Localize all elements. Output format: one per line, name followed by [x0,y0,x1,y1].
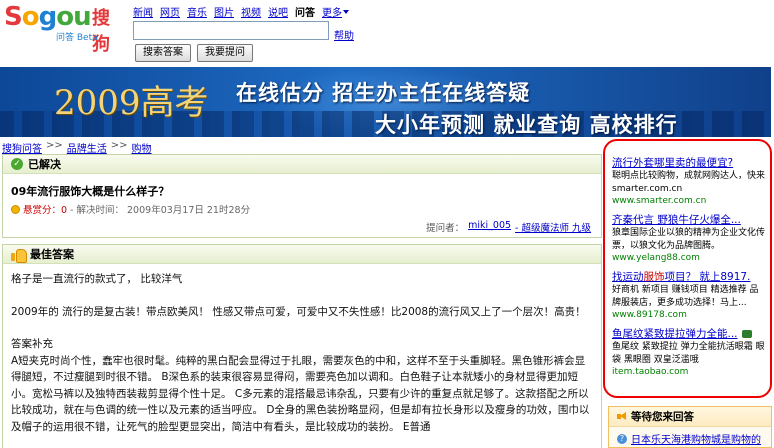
banner-line2: 大小年预测 就业查询 高校排行 [375,113,678,137]
breadcrumb: 搜狗问答 >> 品牌生活 >> 购物 [2,140,152,155]
question-panel: ✓ 已解决 09年流行服饰大概是什么样子？ 悬赏分：0 - 解决时间： 2009… [2,154,602,238]
ad-title-link[interactable]: 鱼尾纹紧致提拉弹力全能... [612,327,765,341]
top-nav: 新闻 网页 音乐 图片 视频 说吧 问答 更多 [133,4,349,19]
ad-item[interactable]: 鱼尾纹紧致提拉弹力全能... 鱼尾纹 紧致提拉 弹力全能抗活眼霜 眼袋 黑眼圈 … [612,327,765,378]
answer-supplement-heading: 答案补充 [11,338,53,350]
waiting-question-link[interactable]: 日本乐天海港购物城是购物的 [631,431,761,446]
thumbs-up-icon [11,248,27,263]
best-answer-header: 最佳答案 [3,245,601,264]
waiting-header: 等待您来回答 [609,407,771,427]
status-label: 已解决 [28,158,61,171]
speaker-icon [617,412,627,421]
resolve-time: - 解决时间： 2009年03月17日 21时28分 [70,205,251,216]
logo-wordmark: Sogou [4,2,92,32]
nav-qa-current: 问答 [295,8,315,19]
nav-shuoba[interactable]: 说吧 [268,4,288,19]
ad-description: 好商机 新项目 赚钱项目 精选推荐 品牌服装店，更多成功选择！马上... [612,285,759,308]
sponsored-links-box: 流行外套哪里卖的最便宜? 聪明点比较购物，成就网购达人，快来smarter.co… [603,139,772,398]
ad-url[interactable]: www.smarter.com.cn [612,195,765,207]
sogou-logo[interactable]: Sogou 搜狗 问答 Beta [4,2,126,55]
ad-title-link[interactable]: 齐秦代言 野狼牛仔火爆全... [612,213,765,227]
breadcrumb-brand-life[interactable]: 品牌生活 [67,140,107,155]
search-input[interactable] [133,21,329,40]
reward-points: 悬赏分：0 [23,205,68,216]
asker-info: 提问者： miki_005 - 超级魔法师 九级 [426,220,591,234]
ad-title-link[interactable]: 流行外套哪里卖的最便宜? [612,156,765,170]
dropdown-arrow-icon [343,9,349,14]
question-icon: ? [617,433,627,444]
breadcrumb-sep: >> [46,140,63,151]
ad-title-keyword: 服饰 [643,271,665,283]
breadcrumb-home[interactable]: 搜狗问答 [2,140,42,155]
ad-url[interactable]: www.89178.com [612,309,765,321]
answer-paragraph-2: 2009年的 流行的是复古装！带点欧美风！ 性感又带点可爱，可爱中又不失性感！比… [11,305,586,318]
ad-description: 鱼尾纹 紧致提拉 弹力全能抗活眼霜 眼袋 黑眼圈 双皇泛滥哦 [612,342,765,365]
logo-subtitle: 问答 Beta [56,33,98,43]
question-meta: 悬赏分：0 - 解决时间： 2009年03月17日 21时28分 [11,202,250,216]
ad-title-link[interactable]: 找运动 服饰 项目？ 就上8917. [612,270,765,284]
waiting-title: 等待您来回答 [631,411,694,423]
ad-title-part: 找运动 [612,271,644,283]
ad-url[interactable]: item.taobao.com [612,366,765,378]
ad-item[interactable]: 齐秦代言 野狼牛仔火爆全... 狼章国际企业以狼的精神为企业文化传票，以狼文化为… [612,213,765,264]
asker-label: 提问者： [426,223,465,234]
answer-supplement-text: A短夹克时尚个性，蠢牢也很时髦。纯粹的黑白配会显得过于扎眼，需要灰色的中和，这样… [11,354,590,433]
asker-rank-link[interactable]: - 超级魔法师 九级 [515,220,591,234]
waiting-question-item[interactable]: ? 日本乐天海港购物城是购物的 [609,427,771,446]
nav-images[interactable]: 图片 [214,4,234,19]
waiting-answers-box: 等待您来回答 ? 日本乐天海港购物城是购物的 [608,406,772,448]
answer-body: 格子是一直流行的款式了， 比较洋气 2009年的 流行的是复古装！带点欧美风！ … [11,271,595,435]
nav-music[interactable]: 音乐 [187,4,207,19]
best-answer-title: 最佳答案 [30,248,74,261]
help-link[interactable]: 帮助 [334,27,354,42]
ad-description: 聪明点比较购物，成就网购达人，快来smarter.com.cn [612,171,766,194]
breadcrumb-shopping[interactable]: 购物 [132,140,152,155]
ad-title-part: 项目？ 就上8917. [664,271,751,283]
ad-description: 狼章国际企业以狼的精神为企业文化传票，以狼文化为品牌图腾。 [612,228,766,251]
nav-news[interactable]: 新闻 [133,4,153,19]
ad-url[interactable]: www.yelang88.com [612,252,765,264]
best-answer-panel: 最佳答案 格子是一直流行的款式了， 比较洋气 2009年的 流行的是复古装！带点… [2,244,602,448]
answer-paragraph-1: 格子是一直流行的款式了， 比较洋气 [11,273,183,285]
banner-year: 2009高考 [54,83,209,123]
ad-title-text: 鱼尾纹紧致提拉弹力全能... [612,328,738,340]
phone-icon [741,330,752,338]
nav-more-label: 更多 [322,8,342,19]
nav-web[interactable]: 网页 [160,4,180,19]
breadcrumb-sep: >> [110,140,128,151]
question-title: 09年流行服饰大概是什么样子？ [11,185,170,198]
nav-more[interactable]: 更多 [322,4,349,19]
ad-item[interactable]: 流行外套哪里卖的最便宜? 聪明点比较购物，成就网购达人，快来smarter.co… [612,156,765,207]
banner-line1: 在线估分 招生办主任在线答疑 [236,81,531,105]
gaokao-banner[interactable]: 2009高考 在线估分 招生办主任在线答疑 大小年预测 就业查询 高校排行 [0,67,771,137]
nav-video[interactable]: 视频 [241,4,261,19]
search-answers-button[interactable]: 搜索答案 [135,44,191,62]
question-status-header: ✓ 已解决 [3,155,601,174]
ask-question-button[interactable]: 我要提问 [197,44,253,62]
asker-name-link[interactable]: miki_005 [468,220,511,234]
check-icon: ✓ [11,158,23,170]
coin-icon [11,204,20,214]
ad-item[interactable]: 找运动 服饰 项目？ 就上8917. 好商机 新项目 赚钱项目 精选推荐 品牌服装店… [612,270,765,321]
